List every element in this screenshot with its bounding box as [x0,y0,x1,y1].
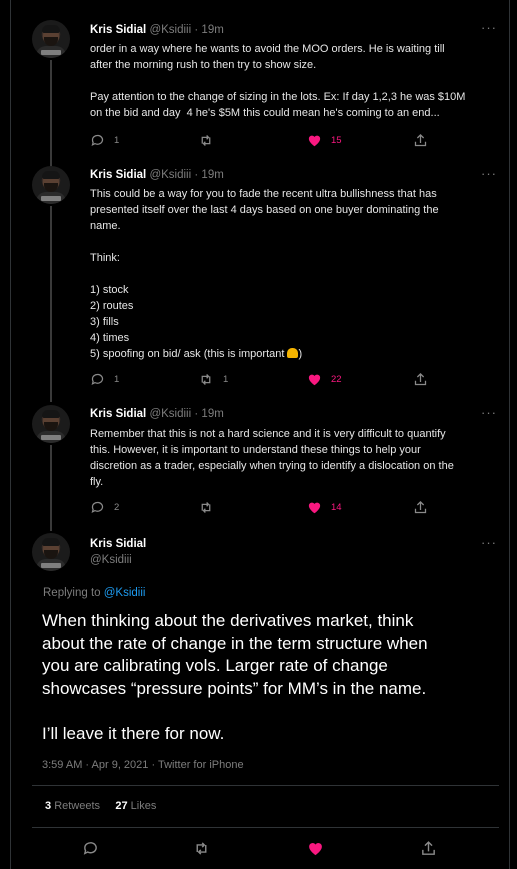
retweet-button[interactable] [198,131,223,149]
thread-container: Kris Sidial @Ksidiii · 19m ··· order in … [10,0,510,869]
main-tweet-timestamp[interactable]: 3:59 AM · Apr 9, 2021 · Twitter for iPho… [42,759,244,771]
main-tweet-author-handle[interactable]: @Ksidiii [90,554,132,566]
retweet-icon [196,841,207,855]
avatar[interactable] [32,533,70,571]
tweet-actions: 1 1 22 [90,370,502,388]
share-upload-icon [422,840,435,855]
main-tweet-text: When thinking about the derivatives mark… [42,611,428,743]
tweet-header: Kris Sidial @Ksidiii · 19m [90,408,224,420]
share-button[interactable] [420,838,437,858]
reply-count: 1 [114,373,120,385]
engagement-stats: 3 Retweets 27 Likes [45,800,156,812]
retweet-icon [201,373,211,385]
reply-button[interactable] [82,838,99,858]
reply-button[interactable]: 1 [90,370,119,388]
tweet-header: Kris Sidial @Ksidiii · 19m [90,169,224,181]
tweet-time[interactable]: 19m [201,408,223,420]
reply-button[interactable]: 1 [90,131,119,149]
divider [32,827,499,828]
main-tweet-author-name[interactable]: Kris Sidial [90,538,146,550]
tweet-time[interactable]: 19m [201,169,223,181]
thread-connector [50,60,52,168]
more-horizontal-icon[interactable]: ··· [481,20,497,35]
share-button[interactable] [413,498,428,516]
replying-to: Replying to @Ksidiii [43,587,146,599]
share-upload-icon [414,133,427,146]
tweet-actions: 2 14 [90,498,502,516]
avatar[interactable] [32,20,70,58]
like-button[interactable]: 14 [307,498,342,516]
thread-connector [50,206,52,402]
more-horizontal-icon[interactable]: ··· [481,535,497,550]
like-count: 15 [331,134,342,146]
tweet-text: Remember that this is not a hard science… [90,428,454,488]
retweet-icon [201,134,211,146]
tweet-actions: 1 15 [90,131,502,149]
like-button[interactable] [307,838,324,858]
share-upload-icon [414,500,427,513]
author-name[interactable]: Kris Sidial [90,24,146,36]
retweet-button[interactable] [192,838,211,858]
retweet-button[interactable] [198,498,223,516]
tweet-text: This could be a way for you to fade the … [90,188,439,360]
tweet-time[interactable]: 19m [201,24,223,36]
reply-button[interactable]: 2 [90,498,119,516]
avatar[interactable] [32,166,70,204]
heart-icon [308,374,321,386]
author-handle[interactable]: @Ksidiii [149,169,191,181]
avatar[interactable] [32,405,70,443]
replying-to-handle-link[interactable]: @Ksidiii [104,587,146,599]
retweet-icon [201,501,211,513]
more-horizontal-icon[interactable]: ··· [481,405,497,420]
share-button[interactable] [413,370,428,388]
like-count: 14 [331,501,342,513]
main-tweet-actions [42,838,482,858]
tweet-header: Kris Sidial @Ksidiii · 19m [90,24,224,36]
retweet-count: 1 [223,373,229,385]
retweet-button[interactable]: 1 [198,370,228,388]
share-button[interactable] [413,131,428,149]
author-name[interactable]: Kris Sidial [90,408,146,420]
reply-count: 2 [114,501,120,513]
more-horizontal-icon[interactable]: ··· [481,166,497,181]
share-upload-icon [414,372,427,385]
author-handle[interactable]: @Ksidiii [149,24,191,36]
like-button[interactable]: 22 [307,370,342,388]
reply-bubble-icon [83,841,97,855]
heart-icon [308,135,321,147]
heart-icon [309,843,322,856]
reply-bubble-icon [91,501,104,513]
bell-emoji-icon [287,348,299,358]
heart-icon [308,502,321,514]
reply-bubble-icon [91,134,104,146]
retweets-stat[interactable]: 3 Retweets [45,800,100,812]
divider [32,785,499,786]
author-handle[interactable]: @Ksidiii [149,408,191,420]
tweet-text: order in a way where he wants to avoid t… [90,43,466,119]
thread-connector [50,445,52,531]
like-button[interactable]: 15 [307,131,342,149]
reply-count: 1 [114,134,120,146]
author-name[interactable]: Kris Sidial [90,169,146,181]
like-count: 22 [331,373,342,385]
likes-stat[interactable]: 27 Likes [115,800,156,812]
reply-bubble-icon [91,373,104,385]
